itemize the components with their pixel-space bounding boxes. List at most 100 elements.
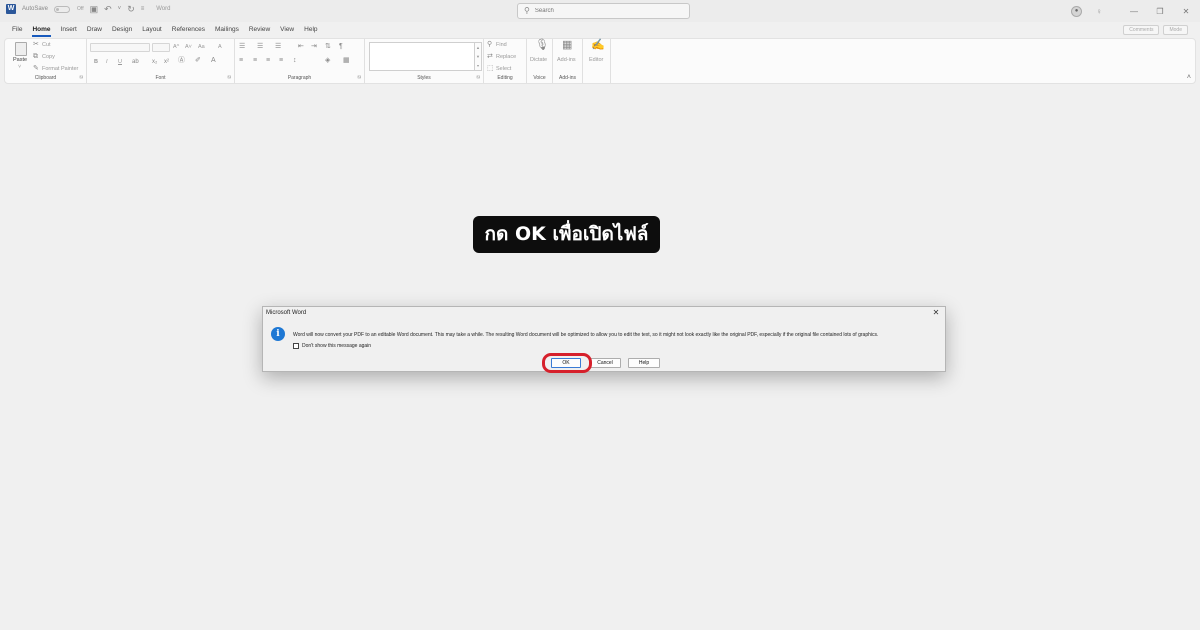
minimize-icon[interactable]: — — [1122, 7, 1146, 16]
restore-icon[interactable]: ❐ — [1148, 7, 1172, 16]
decrease-indent-icon[interactable]: ⇤ — [298, 43, 304, 51]
clipboard-launcher-icon[interactable]: ⧅ — [80, 74, 83, 80]
format-painter-button[interactable]: Format Painter — [42, 66, 78, 72]
tab-layout[interactable]: Layout — [138, 22, 166, 38]
strikethrough-icon[interactable]: ab — [132, 58, 139, 66]
replace-button[interactable]: Replace — [496, 54, 516, 60]
copy-icon[interactable]: ⧉ — [33, 53, 38, 61]
font-color-icon[interactable]: A — [211, 57, 216, 65]
tab-draw[interactable]: Draw — [83, 22, 106, 38]
paste-icon[interactable] — [15, 42, 27, 56]
paragraph-group: ☰ ☰ ☰ ⇤ ⇥ ⇅ ¶ ≡ ≡ ≡ ≡ ↕ ◈ ▦ Paragraph ⧅ — [235, 39, 365, 83]
tab-home[interactable]: Home — [28, 22, 54, 38]
shrink-font-button[interactable]: A˅ — [185, 44, 192, 50]
tab-insert[interactable]: Insert — [57, 22, 81, 38]
superscript-icon[interactable]: x² — [164, 58, 169, 66]
highlight-color-icon[interactable]: ✐ — [195, 57, 201, 65]
increase-indent-icon[interactable]: ⇥ — [311, 43, 317, 51]
cancel-button[interactable]: Cancel — [589, 358, 621, 368]
italic-button[interactable]: I — [106, 59, 108, 65]
paragraph-launcher-icon[interactable]: ⧅ — [358, 74, 361, 80]
undo-dropdown-icon[interactable]: ˅ — [118, 4, 122, 14]
dictate-button[interactable]: Dictate — [530, 57, 547, 63]
paste-dropdown-icon[interactable]: ˅ — [18, 64, 21, 70]
clear-formatting-button[interactable]: A — [218, 44, 222, 50]
sort-icon[interactable]: ⇅ — [325, 43, 331, 51]
lightbulb-icon[interactable]: ♀ — [1096, 7, 1102, 16]
replace-icon[interactable]: ⇄ — [487, 53, 493, 61]
addins-button[interactable]: Add-ins — [557, 57, 576, 63]
editor-button[interactable]: Editor — [589, 57, 603, 63]
line-spacing-icon[interactable]: ↕ — [293, 57, 297, 65]
tab-design[interactable]: Design — [108, 22, 136, 38]
select-button[interactable]: Select — [496, 66, 511, 72]
styles-scroll[interactable]: ▲ ▼ ▾ — [475, 42, 482, 71]
styles-launcher-icon[interactable]: ⧅ — [477, 74, 480, 80]
paste-button[interactable]: Paste — [13, 57, 27, 63]
shading-icon[interactable]: ◈ — [325, 57, 330, 65]
search-input[interactable] — [534, 8, 675, 14]
search-box[interactable]: ⚲ — [517, 3, 690, 19]
numbering-icon[interactable]: ☰ — [257, 43, 263, 51]
show-marks-icon[interactable]: ¶ — [339, 43, 343, 51]
bold-button[interactable]: B — [94, 59, 98, 65]
addins-icon[interactable]: ▦ — [562, 40, 572, 51]
editor-icon[interactable]: ✍ — [591, 40, 605, 51]
addins-group-label: Add-ins — [559, 75, 576, 81]
dont-show-again-checkbox[interactable]: Don't show this message again — [293, 343, 371, 349]
align-left-icon[interactable]: ≡ — [239, 57, 243, 65]
user-account-icon[interactable]: ● — [1071, 5, 1082, 17]
find-icon[interactable]: ⚲ — [487, 41, 492, 49]
font-name-dropdown[interactable] — [90, 43, 150, 52]
copy-button[interactable]: Copy — [42, 54, 55, 60]
multilevel-list-icon[interactable]: ☰ — [275, 43, 281, 51]
tab-help[interactable]: Help — [300, 22, 321, 38]
cut-icon[interactable]: ✂ — [33, 41, 39, 49]
help-button[interactable]: Help — [628, 358, 660, 368]
title-bar: W AutoSave Off ▣ ↶ ˅ ↻ ≡ Word ⚲ ● ♀ — ❐ … — [0, 0, 1200, 22]
align-right-icon[interactable]: ≡ — [266, 57, 270, 65]
autosave-toggle[interactable] — [54, 5, 71, 13]
dialog-title: Microsoft Word — [266, 310, 307, 316]
clipboard-group-label: Clipboard — [34, 75, 57, 81]
customize-quick-access-icon[interactable]: ≡ — [141, 4, 145, 14]
ribbon-tabs: File Home Insert Draw Design Layout Refe… — [0, 22, 1200, 38]
autosave-label: AutoSave — [22, 6, 49, 12]
undo-icon[interactable]: ↶ — [104, 4, 112, 14]
tab-review[interactable]: Review — [245, 22, 274, 38]
tab-file[interactable]: File — [8, 22, 26, 38]
collapse-ribbon-icon[interactable]: ˄ — [1187, 74, 1191, 81]
tab-references[interactable]: References — [168, 22, 209, 38]
paragraph-group-label: Paragraph — [287, 75, 312, 81]
styles-gallery[interactable] — [369, 42, 475, 71]
tab-view[interactable]: View — [276, 22, 298, 38]
font-launcher-icon[interactable]: ⧅ — [228, 74, 231, 80]
mode-button[interactable]: Mode — [1163, 25, 1188, 35]
find-button[interactable]: Find — [496, 42, 507, 48]
cut-button[interactable]: Cut — [42, 42, 51, 48]
grow-font-button[interactable]: A^ — [173, 44, 179, 50]
instruction-banner: กด OK เพื่อเปิดไฟล์ — [473, 216, 660, 253]
bullets-icon[interactable]: ☰ — [239, 43, 245, 51]
dialog-close-icon[interactable]: ✕ — [931, 308, 941, 317]
subscript-icon[interactable]: x₂ — [152, 58, 157, 66]
styles-group: ▲ ▼ ▾ Styles ⧅ — [365, 39, 484, 83]
underline-button[interactable]: U — [118, 59, 122, 65]
format-painter-icon[interactable]: ✎ — [33, 65, 39, 73]
checkbox-box[interactable] — [293, 343, 299, 349]
font-size-dropdown[interactable] — [152, 43, 170, 52]
select-icon[interactable]: ⬚ — [487, 65, 494, 73]
microphone-icon[interactable]: 🎙︎ — [535, 40, 549, 51]
borders-icon[interactable]: ▦ — [343, 57, 350, 65]
change-case-button[interactable]: Aa — [198, 44, 205, 50]
redo-icon[interactable]: ↻ — [127, 4, 135, 14]
save-icon[interactable]: ▣ — [90, 4, 99, 14]
justify-icon[interactable]: ≡ — [279, 57, 283, 65]
comments-button[interactable]: Comments — [1123, 25, 1160, 35]
tab-mailings[interactable]: Mailings — [211, 22, 243, 38]
text-effects-icon[interactable]: Ⓐ — [178, 57, 185, 65]
ok-highlight-ring — [542, 353, 592, 373]
align-center-icon[interactable]: ≡ — [253, 57, 257, 65]
word-logo-icon: W — [6, 4, 16, 14]
close-window-icon[interactable]: ✕ — [1174, 7, 1198, 16]
